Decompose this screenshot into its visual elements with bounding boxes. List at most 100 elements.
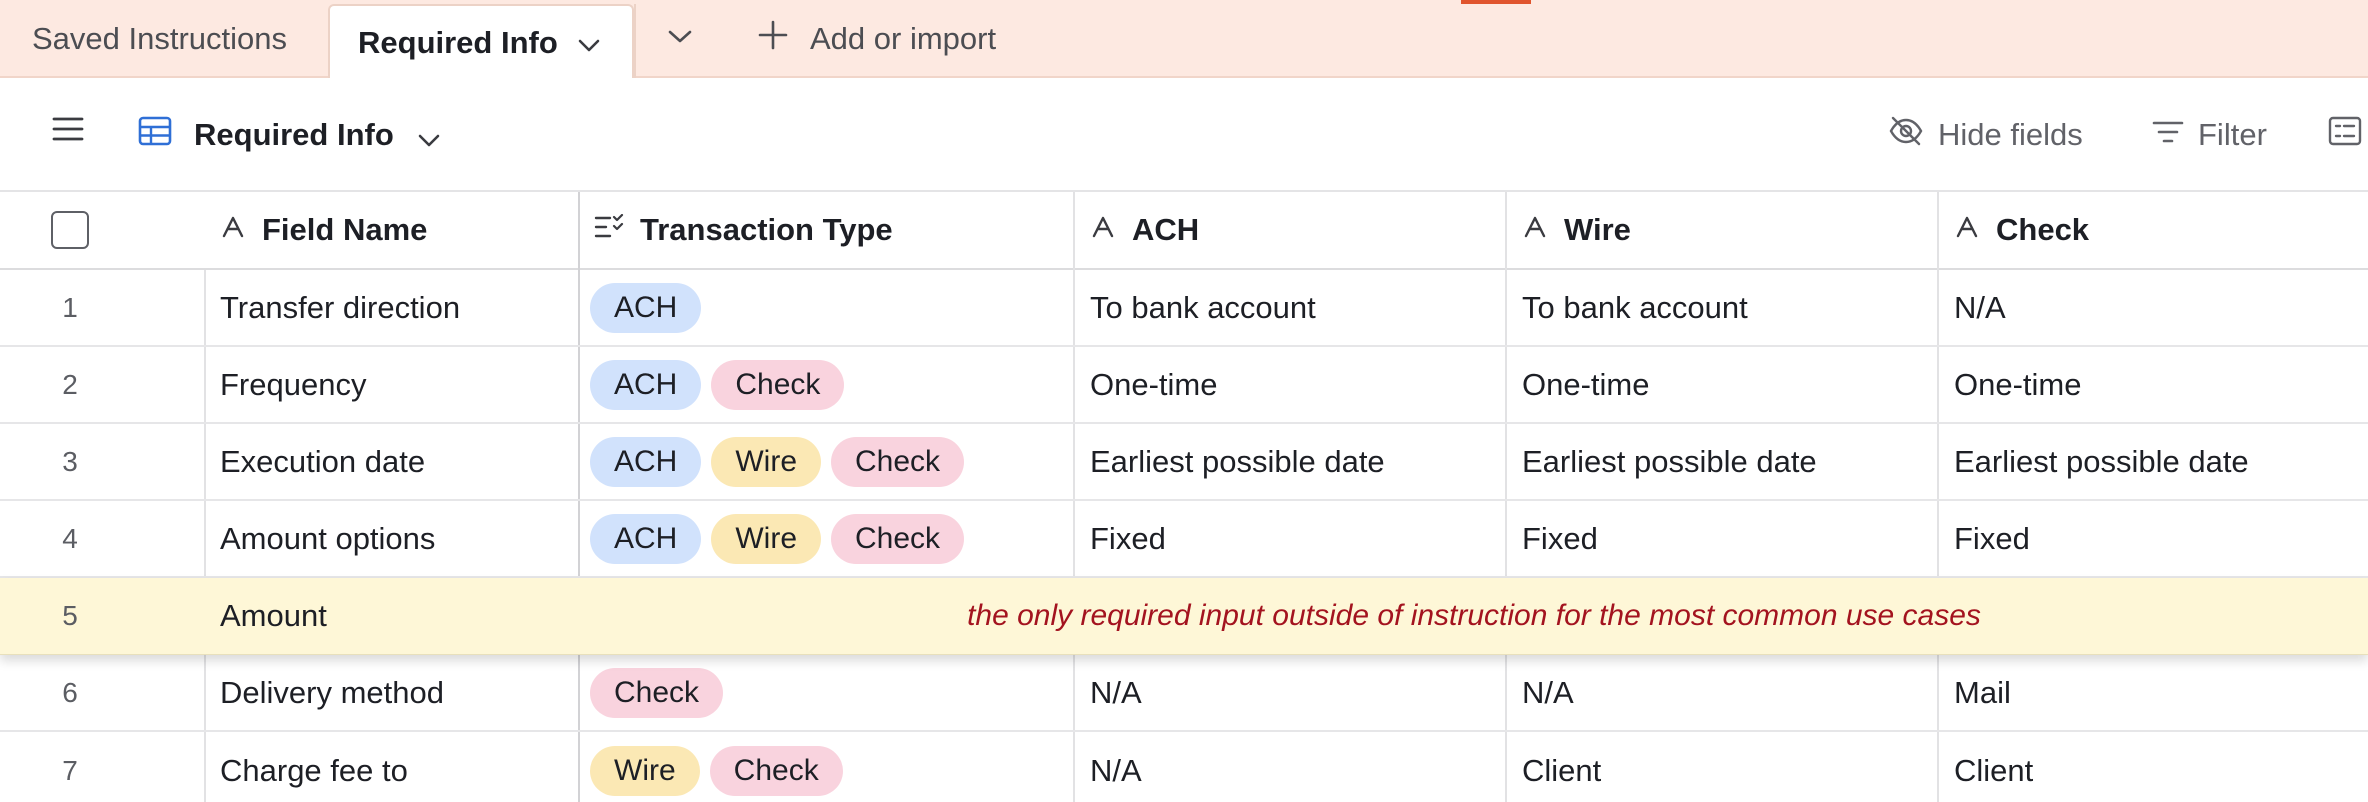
text-field-icon [220,212,262,248]
cell-ach[interactable]: Earliest possible date [1074,424,1506,499]
filter-button[interactable]: Filter [2152,108,2267,162]
chevron-down-icon[interactable] [578,25,600,61]
cell-check[interactable]: N/A [1938,270,2368,345]
cell-wire[interactable]: N/A [1506,655,1938,730]
column-header-label: Field Name [262,212,428,247]
tab-divider [634,4,636,78]
tag-check: Check [709,745,843,796]
add-or-import-button[interactable]: Add or import [758,0,996,78]
grid-header-row: Field Name Transaction Type ACH Wire Che… [0,192,2368,270]
cell-wire[interactable]: Fixed [1506,501,1938,576]
cell-field-name[interactable]: Transfer direction [220,270,580,345]
column-header-label: ACH [1132,212,1200,247]
text-field-icon [1090,212,1132,248]
row-number: 7 [62,754,78,786]
row-number: 3 [62,445,78,477]
row-number: 2 [62,368,78,400]
cell-ach[interactable]: Fixed [1074,501,1506,576]
chevron-down-icon [668,30,692,49]
row-annotation: the only required input outside of instr… [967,599,1981,632]
hide-fields-button[interactable]: Hide fields [1888,108,2083,162]
row-height-button[interactable] [2328,108,2368,162]
cell-wire[interactable]: One-time [1506,347,1938,422]
tag-check: Check [831,436,965,487]
tab-bar: Saved Instructions Required Info Add or … [0,0,2368,80]
column-header-transaction-type[interactable]: Transaction Type [580,192,1074,268]
table-row[interactable]: 1 Transfer direction ACH To bank account… [0,270,2368,347]
cell-check[interactable]: Mail [1938,655,2368,730]
tag-wire: Wire [711,436,821,487]
column-header-label: Transaction Type [640,212,893,247]
grid-view-icon [138,116,172,154]
cell-check[interactable]: Fixed [1938,501,2368,576]
cell-wire[interactable]: Earliest possible date [1506,424,1938,499]
tabs-overflow-button[interactable] [660,14,700,64]
filter-label: Filter [2198,117,2267,152]
table-row[interactable]: 4 Amount options ACH Wire Check Fixed Fi… [0,501,2368,578]
cell-check[interactable]: Earliest possible date [1938,424,2368,499]
tag-check: Check [590,667,724,718]
tab-bar-accent [1461,0,1531,4]
tag-check: Check [711,359,845,410]
cell-field-name[interactable]: Delivery method [220,655,580,730]
menu-icon[interactable] [52,116,84,147]
cell-wire[interactable]: To bank account [1506,270,1938,345]
text-field-icon [1954,212,1996,248]
cell-ach[interactable]: To bank account [1074,270,1506,345]
table-row[interactable]: 6 Delivery method Check N/A N/A Mail [0,655,2368,732]
table-row[interactable]: 3 Execution date ACH Wire Check Earliest… [0,424,2368,501]
column-header-wire[interactable]: Wire [1506,192,1938,268]
cell-field-name[interactable]: Execution date [220,424,580,499]
cell-check[interactable]: One-time [1938,347,2368,422]
row-height-icon [2328,116,2368,154]
cell-wire[interactable]: Client [1506,732,1938,802]
cell-field-name[interactable]: Charge fee to [220,732,580,802]
cell-ach[interactable]: N/A [1074,655,1506,730]
select-all-checkbox[interactable] [51,211,89,249]
cell-check[interactable]: Client [1938,732,2368,802]
tab-required-info[interactable]: Required Info [328,4,634,80]
tag-wire: Wire [711,513,821,564]
tag-ach: ACH [590,282,702,333]
view-toolbar: Required Info Hide fields Filter [0,78,2368,192]
eye-off-icon [1888,116,1938,154]
column-header-field-name[interactable]: Field Name [220,192,580,268]
cell-transaction-type[interactable]: ACH Check [580,347,1074,422]
cell-transaction-type[interactable]: ACH Wire Check [580,424,1074,499]
cell-transaction-type[interactable]: Check [580,655,1074,730]
tag-ach: ACH [590,359,702,410]
row-number: 1 [62,291,78,323]
cell-field-name[interactable]: Amount [220,578,580,654]
row-number: 6 [62,676,78,708]
text-field-icon [1522,212,1564,248]
cell-field-name[interactable]: Frequency [220,347,580,422]
cell-transaction-type[interactable]: ACH [580,270,1074,345]
tab-saved-instructions[interactable]: Saved Instructions [32,0,287,78]
row-number: 5 [62,600,78,631]
column-header-label: Check [1996,212,2090,247]
tag-wire: Wire [590,745,700,796]
cell-transaction-type[interactable]: Wire Check [580,732,1074,802]
tag-ach: ACH [590,436,702,487]
table-row[interactable]: 2 Frequency ACH Check One-time One-time … [0,347,2368,424]
column-header-check[interactable]: Check [1938,192,2368,268]
cell-ach[interactable]: N/A [1074,732,1506,802]
column-header-ach[interactable]: ACH [1074,192,1506,268]
add-or-import-label: Add or import [810,21,997,56]
select-all-cell [0,192,140,268]
tab-required-info-label: Required Info [358,25,558,60]
plus-icon [758,20,810,58]
tag-ach: ACH [590,513,702,564]
table-row[interactable]: 7 Charge fee to Wire Check N/A Client Cl… [0,732,2368,802]
view-name: Required Info [194,117,394,152]
cell-transaction-type[interactable]: ACH Wire Check [580,501,1074,576]
view-switcher[interactable]: Required Info [138,108,440,162]
tag-check: Check [831,513,965,564]
records-grid: Field Name Transaction Type ACH Wire Che… [0,192,2368,802]
cell-field-name[interactable]: Amount options [220,501,580,576]
multi-select-icon [594,212,640,248]
row-number: 4 [62,522,78,554]
filter-icon [2152,117,2198,153]
cell-ach[interactable]: One-time [1074,347,1506,422]
table-row-highlighted[interactable]: 5 Amount the only required input outside… [0,578,2368,655]
